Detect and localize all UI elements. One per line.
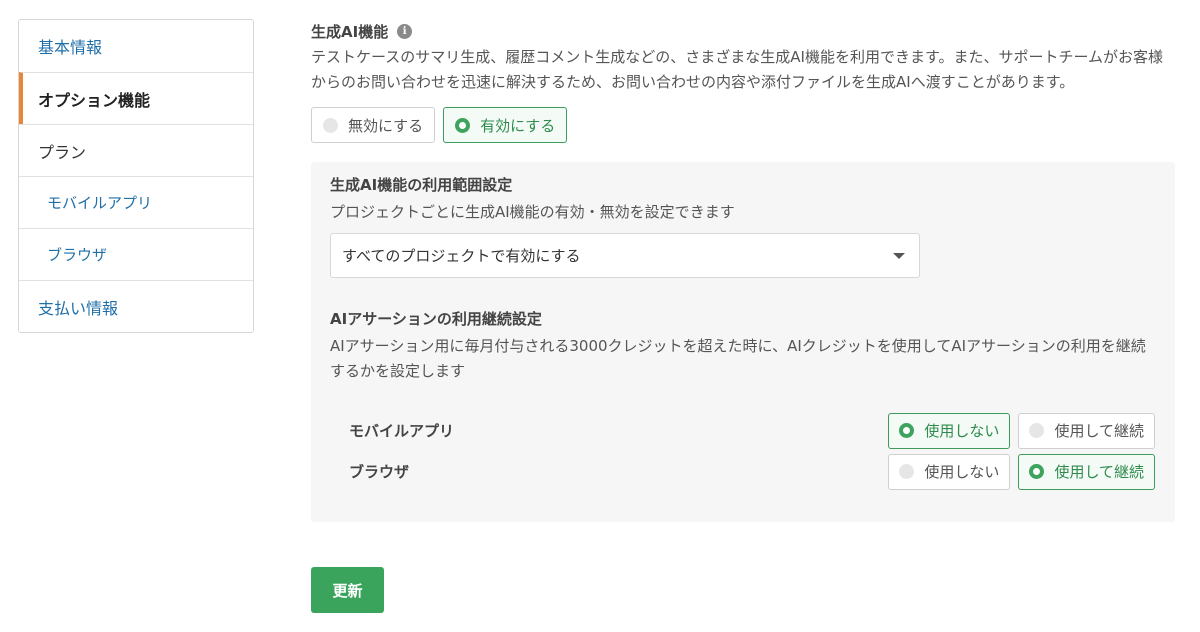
ai-feature-heading: 生成AI機能 i [311, 19, 1177, 43]
sidebar-item-mobile-app[interactable]: モバイルアプリ [19, 176, 253, 228]
radio-checked-icon [899, 423, 915, 438]
assertion-title: AIアサーションの利用継続設定 [330, 310, 542, 328]
settings-sidebar: 基本情報 オプション機能 プラン モバイルアプリ ブラウザ 支払い情報 [18, 19, 254, 333]
ai-enable-radio[interactable]: 有効にする [443, 107, 568, 143]
mobile-use-continue-label: 使用して継続 [1054, 422, 1144, 440]
radio-unchecked-icon [899, 464, 915, 479]
assertion-browser-toggle-group: 使用しない 使用して継続 [888, 453, 1155, 490]
scope-select[interactable]: すべてのプロジェクトで有効にする [330, 233, 920, 278]
mobile-not-use-radio[interactable]: 使用しない [888, 412, 1011, 449]
mobile-use-continue-radio[interactable]: 使用して継続 [1018, 412, 1155, 449]
ai-feature-description: テストケースのサマリ生成、履歴コメント生成などの、さまざまな生成AI機能を利用で… [311, 48, 1163, 91]
assertion-rows: モバイルアプリ 使用しない 使用して継続 ブラウザ 使用しない 使用して継続 [330, 412, 1155, 490]
assertion-label-browser: ブラウザ [349, 463, 410, 481]
assertion-row-mobile: モバイルアプリ 使用しない 使用して継続 [349, 412, 1155, 449]
ai-feature-toggle-group: 無効にする 有効にする [311, 107, 1177, 143]
sidebar-item-plan[interactable]: プラン [19, 124, 253, 176]
ai-feature-title: 生成AI機能 [311, 22, 389, 41]
assertion-mobile-toggle-group: 使用しない 使用して継続 [888, 412, 1155, 449]
assertion-label-mobile: モバイルアプリ [349, 422, 455, 440]
radio-unchecked-icon [323, 117, 338, 133]
radio-unchecked-icon [1029, 423, 1045, 438]
assertion-block: AIアサーションの利用継続設定 AIアサーション用に毎月付与される3000クレジ… [330, 308, 1155, 384]
radio-checked-icon [1029, 464, 1045, 479]
mobile-not-use-label: 使用しない [924, 422, 1000, 440]
update-button[interactable]: 更新 [311, 567, 384, 613]
browser-use-continue-label: 使用して継続 [1054, 463, 1144, 481]
ai-settings-panel: 生成AI機能の利用範囲設定 プロジェクトごとに生成AI機能の有効・無効を設定でき… [311, 162, 1175, 522]
sidebar-item-browser[interactable]: ブラウザ [19, 228, 253, 280]
ai-disable-radio[interactable]: 無効にする [311, 107, 436, 143]
scope-description: プロジェクトごとに生成AI機能の有効・無効を設定できます [330, 203, 735, 221]
scope-select-value: すべてのプロジェクトで有効にする [342, 247, 581, 265]
ai-enable-label: 有効にする [480, 116, 556, 135]
assertion-row-browser: ブラウザ 使用しない 使用して継続 [349, 453, 1155, 490]
caret-down-icon [893, 252, 905, 259]
sidebar-item-option-features[interactable]: オプション機能 [19, 72, 253, 124]
main-content: 生成AI機能 i テストケースのサマリ生成、履歴コメント生成などの、さまざまな生… [311, 19, 1177, 522]
sidebar-item-basic-info[interactable]: 基本情報 [19, 20, 253, 72]
sidebar-item-payment-info[interactable]: 支払い情報 [19, 280, 253, 332]
ai-disable-label: 無効にする [348, 116, 424, 135]
browser-use-continue-radio[interactable]: 使用して継続 [1018, 453, 1155, 490]
info-icon[interactable]: i [397, 23, 413, 39]
scope-title: 生成AI機能の利用範囲設定 [330, 176, 513, 194]
radio-checked-icon [455, 117, 471, 133]
assertion-description: AIアサーション用に毎月付与される3000クレジットを超えた時に、AIクレジット… [330, 337, 1146, 380]
browser-not-use-radio[interactable]: 使用しない [888, 453, 1011, 490]
browser-not-use-label: 使用しない [924, 463, 1000, 481]
